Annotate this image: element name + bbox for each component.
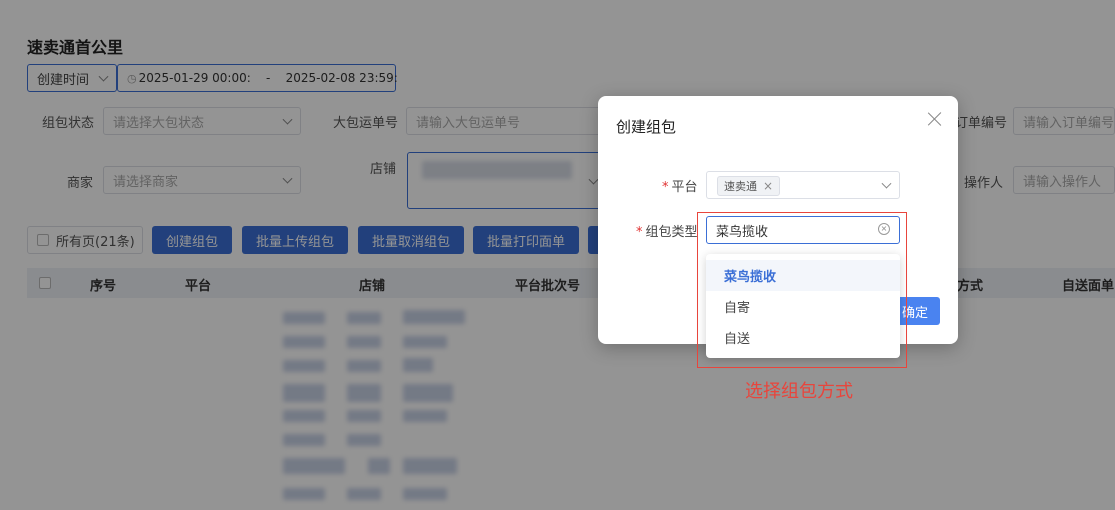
bag-type-field-label: * 组包类型 xyxy=(636,225,698,240)
platform-select[interactable]: 速卖通 × xyxy=(706,171,900,199)
annotation-highlight-box xyxy=(697,212,907,368)
annotation-text: 选择组包方式 xyxy=(745,381,853,402)
platform-tag: 速卖通 × xyxy=(717,176,781,196)
platform-tag-label: 速卖通 xyxy=(724,180,757,193)
tag-close-icon[interactable]: × xyxy=(763,179,773,193)
platform-field-label: * 平台 xyxy=(662,180,698,195)
dialog-title: 创建组包 xyxy=(616,118,677,136)
close-icon[interactable] xyxy=(926,110,944,128)
chevron-down-icon xyxy=(881,178,892,189)
